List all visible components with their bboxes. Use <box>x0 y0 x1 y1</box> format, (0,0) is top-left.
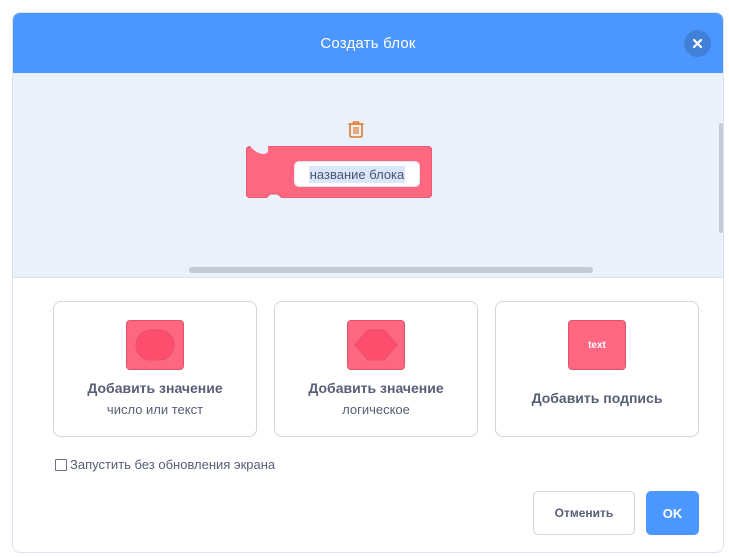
add-input-options: Добавить значение число или текст Добави… <box>53 301 699 437</box>
option-title: Добавить значение <box>308 380 444 396</box>
block-name-text: название блока <box>308 165 406 183</box>
run-without-refresh-checkbox[interactable] <box>55 458 67 471</box>
trash-icon[interactable] <box>348 120 364 138</box>
add-number-text-input-button[interactable]: Добавить значение число или текст <box>53 301 257 437</box>
run-without-refresh-label: Запустить без обновления экрана <box>70 457 276 472</box>
option-title: Добавить подпись <box>531 390 663 406</box>
dialog-title: Создать блок <box>320 34 416 52</box>
run-without-refresh-option[interactable]: Запустить без обновления экрана <box>55 457 275 472</box>
option-subtitle: число или текст <box>106 402 204 417</box>
label-chip-text: text <box>588 339 606 351</box>
block-name-input[interactable]: название блока <box>294 161 420 187</box>
horizontal-scrollbar[interactable] <box>189 267 593 273</box>
cancel-button[interactable]: Отменить <box>533 491 635 535</box>
add-label-button[interactable]: text Добавить подпись <box>495 301 699 437</box>
vertical-scrollbar[interactable] <box>719 123 723 233</box>
close-icon <box>692 38 703 49</box>
round-input-icon <box>126 320 184 370</box>
option-subtitle: логическое <box>342 402 410 417</box>
dialog-header: Создать блок <box>13 13 723 73</box>
close-button[interactable] <box>684 30 711 57</box>
add-boolean-input-button[interactable]: Добавить значение логическое <box>274 301 478 437</box>
create-block-dialog: Создать блок название блока Добавить зна… <box>12 12 724 553</box>
label-text-icon: text <box>568 320 626 370</box>
option-title: Добавить значение <box>87 380 223 396</box>
ok-button[interactable]: OK <box>646 491 699 535</box>
block-preview-workspace[interactable]: название блока <box>13 73 723 278</box>
boolean-input-icon <box>347 320 405 370</box>
